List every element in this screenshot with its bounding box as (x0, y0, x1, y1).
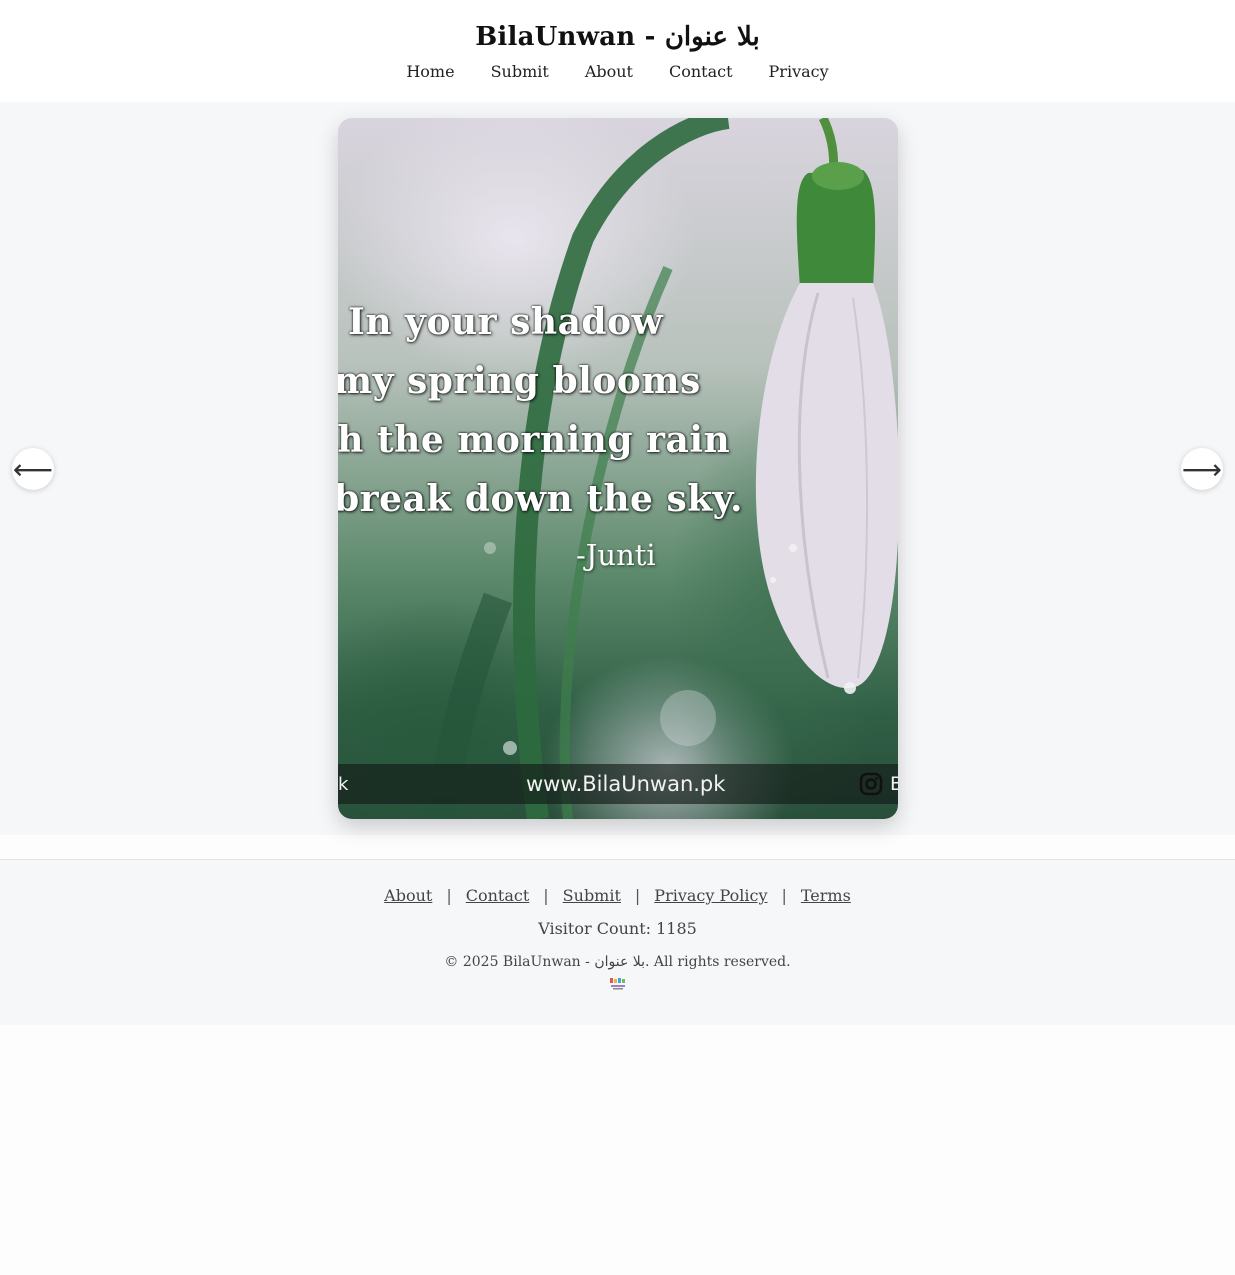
watermark-right-text: B (890, 773, 898, 795)
footer-separator: | (543, 886, 549, 905)
quote-line: break down the sky. (338, 478, 743, 520)
bilaunwan-logo-icon (608, 976, 628, 995)
footer-link-about[interactable]: About (384, 886, 432, 905)
nav-about[interactable]: About (585, 62, 633, 81)
site-header: BilaUnwan - بلا عنوان Home Submit About … (0, 0, 1235, 102)
nav-home[interactable]: Home (406, 62, 454, 81)
instagram-icon (859, 772, 883, 800)
quote-line: In your shadow (348, 301, 664, 343)
site-title[interactable]: BilaUnwan - بلا عنوان (475, 22, 760, 52)
visitor-count: Visitor Count: 1185 (538, 919, 697, 938)
watermark-url: www.BilaUnwan.pk (526, 772, 726, 796)
slide-image[interactable]: In your shadow my spring blooms ith the … (338, 118, 898, 819)
footer-link-submit[interactable]: Submit (563, 886, 621, 905)
footer-separator: | (446, 886, 452, 905)
nav-privacy[interactable]: Privacy (769, 62, 829, 81)
footer-separator: | (781, 886, 787, 905)
watermark-left-text: k (338, 774, 349, 795)
nav-contact[interactable]: Contact (669, 62, 733, 81)
nav-submit[interactable]: Submit (491, 62, 549, 81)
footer-links: About | Contact | Submit | Privacy Polic… (384, 886, 851, 905)
next-slide-button[interactable]: ⟶ (1181, 448, 1223, 490)
watermark-bar: k www.BilaUnwan.pk B (338, 764, 898, 804)
quote-author: -Junti (576, 538, 656, 572)
footer-separator: | (634, 886, 641, 905)
footer-link-privacy-policy[interactable]: Privacy Policy (654, 886, 767, 905)
footer-link-terms[interactable]: Terms (801, 886, 851, 905)
footer-link-contact[interactable]: Contact (466, 886, 530, 905)
slide-quote: In your shadow my spring blooms ith the … (338, 293, 898, 529)
copyright-text: © 2025 BilaUnwan - بلا عنوان. All rights… (444, 954, 791, 970)
arrow-left-icon: ⟵ (12, 452, 54, 486)
arrow-right-icon: ⟶ (1181, 452, 1223, 486)
site-footer: About | Contact | Submit | Privacy Polic… (0, 859, 1235, 1025)
quote-line: my spring blooms (338, 360, 701, 402)
main-nav: Home Submit About Contact Privacy (406, 62, 828, 81)
prev-slide-button[interactable]: ⟵ (12, 448, 54, 490)
quote-line: ith the morning rain (338, 419, 731, 461)
footer-spacer (0, 835, 1235, 859)
image-slider: ⟵ In your shadow my spring blooms ith th… (0, 102, 1235, 835)
